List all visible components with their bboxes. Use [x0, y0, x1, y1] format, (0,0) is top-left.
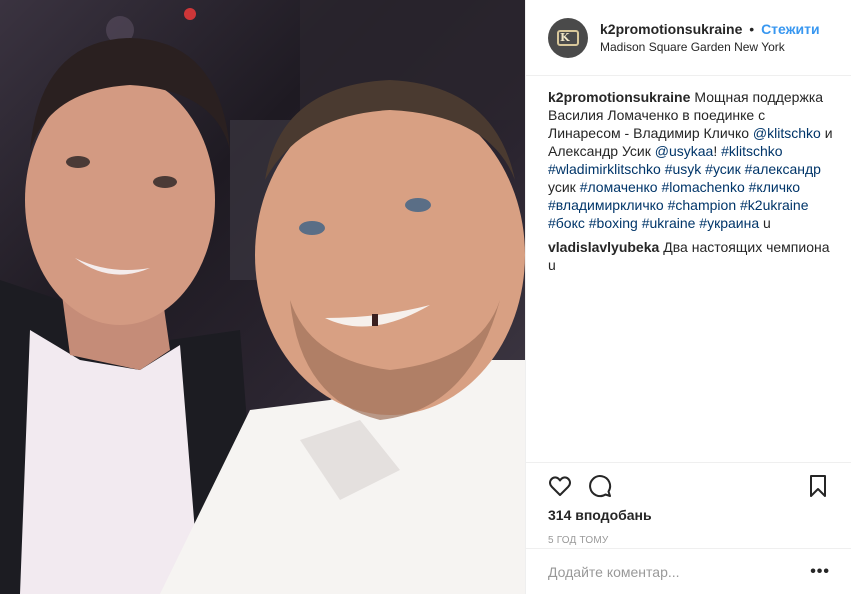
caption: k2promotionsukraine Мощная поддержка Васи… — [548, 88, 838, 232]
hashtag[interactable]: #кличко — [749, 179, 800, 195]
post-time[interactable]: 5 год тому — [526, 535, 851, 546]
avatar[interactable]: K — [548, 17, 588, 58]
hashtag[interactable]: #александр — [745, 161, 821, 177]
post-header: K k2promotionsukraine • Стежити Madison … — [526, 0, 851, 76]
hashtag[interactable]: #ukraine — [642, 215, 696, 231]
hashtag[interactable]: #владимиркличко — [548, 197, 664, 213]
location-link[interactable]: Madison Square Garden New York — [600, 38, 820, 56]
hashtag[interactable]: #klitschko — [721, 143, 782, 159]
hashtag[interactable]: #k2ukraine — [740, 197, 809, 213]
bookmark-icon[interactable] — [806, 474, 830, 498]
post-photo[interactable] — [0, 0, 525, 594]
mention-usykaa[interactable]: @usykaa — [655, 143, 714, 159]
follow-button[interactable]: Стежити — [761, 21, 820, 37]
heart-icon[interactable] — [548, 474, 572, 498]
add-comment-bar: ••• — [526, 548, 851, 594]
instagram-post: K k2promotionsukraine • Стежити Madison … — [0, 0, 851, 594]
hashtag[interactable]: #boxing — [589, 215, 638, 231]
hashtag[interactable]: #украина — [699, 215, 759, 231]
comments-list: k2promotionsukraine Мощная поддержка Васи… — [548, 88, 838, 280]
post-sidebar: K k2promotionsukraine • Стежити Madison … — [525, 0, 851, 594]
caption-text-after: ! — [713, 143, 722, 159]
likes-count[interactable]: 314 вподобань — [526, 507, 851, 523]
comment-username[interactable]: vladislavlyubeka — [548, 239, 659, 255]
hashtag[interactable]: #wladimirklitschko — [548, 161, 661, 177]
hashtag[interactable]: #бокс — [548, 215, 585, 231]
comment-icon[interactable] — [588, 474, 612, 498]
caption-end: u — [763, 215, 771, 231]
caption-username[interactable]: k2promotionsukraine — [548, 89, 690, 105]
hashtag[interactable]: #lomachenko — [661, 179, 744, 195]
hashtag[interactable]: #champion — [668, 197, 737, 213]
mention-klitschko[interactable]: @klitschko — [753, 125, 821, 141]
hashtag: усик — [548, 179, 576, 195]
hashtag[interactable]: #усик — [705, 161, 741, 177]
header-username[interactable]: k2promotionsukraine — [600, 21, 742, 37]
comment: vladislavlyubeka Два настоящих чемпиона u — [548, 238, 838, 274]
header-separator: • — [749, 20, 755, 37]
selfie-image — [0, 0, 525, 594]
hashtag[interactable]: #usyk — [665, 161, 702, 177]
ellipsis-icon[interactable]: ••• — [810, 563, 830, 581]
comment-input[interactable] — [548, 563, 811, 580]
hashtag[interactable]: #ломаченко — [580, 179, 658, 195]
post-actions: 314 вподобань 5 год тому — [526, 462, 851, 546]
